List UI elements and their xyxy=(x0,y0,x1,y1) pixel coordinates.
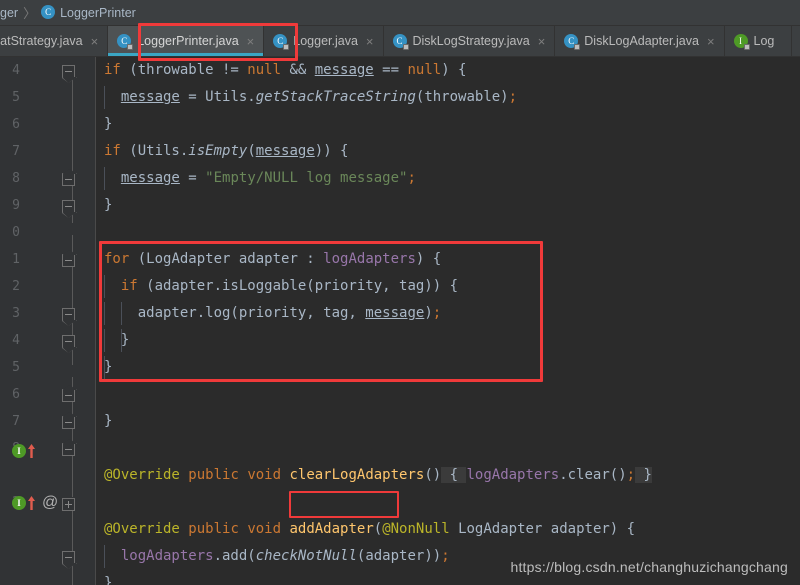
tab-label: Log xyxy=(753,34,775,48)
tab-close-icon[interactable]: × xyxy=(707,35,715,48)
breadcrumb-separator: 〉 xyxy=(23,6,37,21)
code-line[interactable]: message = "Empty/NULL log message"; xyxy=(96,165,800,192)
tab-disklogstrategy[interactable]: C DiskLogStrategy.java × xyxy=(384,26,556,56)
tab-label: FormatStrategy.java xyxy=(0,34,83,48)
line-number: 5 xyxy=(12,360,20,375)
editor-gutter[interactable]: 4 5 6 7 8 9 0 1 2 3 4 5 6 7 8 2 xyxy=(0,57,96,585)
code-line[interactable] xyxy=(96,381,800,408)
line-number: 6 xyxy=(12,387,20,402)
interface-impl-icon: I xyxy=(12,496,26,510)
code-line[interactable]: adapter.log(priority, tag, message); xyxy=(96,300,800,327)
line-number: 7 xyxy=(12,144,20,159)
fold-marker-expand[interactable] xyxy=(62,498,75,511)
code-line[interactable] xyxy=(96,219,800,246)
code-editor[interactable]: 4 5 6 7 8 9 0 1 2 3 4 5 6 7 8 2 xyxy=(0,57,800,585)
ide-window: ger 〉 C LoggerPrinter I FormatStrategy.j… xyxy=(0,0,800,585)
breadcrumb: ger 〉 C LoggerPrinter xyxy=(0,0,800,26)
code-folding-column[interactable] xyxy=(62,57,84,585)
tab-close-icon[interactable]: × xyxy=(91,35,99,48)
line-number: 5 xyxy=(12,90,20,105)
code-line[interactable]: message = Utils.getStackTraceString(thro… xyxy=(96,84,800,111)
line-number xyxy=(0,462,22,489)
tab-close-icon[interactable]: × xyxy=(538,35,546,48)
class-icon: C xyxy=(117,33,134,50)
tab-label: LoggerPrinter.java xyxy=(137,34,239,48)
fold-marker-collapse[interactable] xyxy=(62,200,75,213)
tab-close-icon[interactable]: × xyxy=(247,35,255,48)
fold-marker-collapse[interactable] xyxy=(62,335,75,348)
implements-marker-addadapter[interactable]: I @ xyxy=(12,494,58,512)
code-content[interactable]: if (throwable != null && message == null… xyxy=(96,57,800,585)
fold-marker-collapse[interactable] xyxy=(62,65,75,78)
tab-formatstrategy[interactable]: I FormatStrategy.java × xyxy=(0,26,109,56)
class-icon: C xyxy=(564,33,581,50)
code-line[interactable] xyxy=(96,435,800,462)
tab-logger[interactable]: C Logger.java × xyxy=(264,26,384,56)
interface-impl-icon: I xyxy=(12,444,26,458)
interface-icon: I xyxy=(733,33,750,50)
class-icon: C xyxy=(273,33,290,50)
tab-close-icon[interactable]: × xyxy=(366,35,374,48)
code-line[interactable]: } xyxy=(96,192,800,219)
code-line[interactable]: } xyxy=(96,408,800,435)
fold-marker-collapse[interactable] xyxy=(62,551,75,564)
code-line[interactable] xyxy=(96,489,800,516)
line-number: 2 xyxy=(12,279,20,294)
fold-marker-end[interactable] xyxy=(62,416,75,429)
line-number: 7 xyxy=(12,414,20,429)
tab-label: DiskLogAdapter.java xyxy=(584,34,699,48)
editor-tab-bar: I FormatStrategy.java × C LoggerPrinter.… xyxy=(0,26,800,57)
fold-marker-end[interactable] xyxy=(62,254,75,267)
line-number: 1 xyxy=(12,252,20,267)
watermark-url: https://blog.csdn.net/changhuzichangchan… xyxy=(510,559,788,575)
line-number: 9 xyxy=(12,198,20,213)
fold-marker-end[interactable] xyxy=(62,443,75,456)
line-number: 6 xyxy=(12,117,20,132)
breadcrumb-item-package[interactable]: ger xyxy=(0,6,18,20)
fold-marker-end[interactable] xyxy=(62,389,75,402)
code-line[interactable]: } xyxy=(96,111,800,138)
line-number: 8 xyxy=(12,171,20,186)
line-number: 4 xyxy=(12,63,20,78)
tab-log[interactable]: I Log xyxy=(725,26,793,56)
tab-loggerprinter[interactable]: C LoggerPrinter.java × xyxy=(108,26,265,56)
code-line[interactable]: for (LogAdapter adapter : logAdapters) { xyxy=(96,246,800,273)
code-line[interactable]: @Override public void addAdapter(@NonNul… xyxy=(96,516,800,543)
annotation-at-icon[interactable]: @ xyxy=(42,494,58,512)
tab-disklogadapter[interactable]: C DiskLogAdapter.java × xyxy=(555,26,725,56)
class-icon: C xyxy=(392,33,409,50)
line-number: 0 xyxy=(12,225,20,240)
overrides-arrow-icon xyxy=(28,496,35,510)
code-line[interactable]: } xyxy=(96,354,800,381)
tab-label: Logger.java xyxy=(293,34,358,48)
code-line[interactable]: @Override public void clearLogAdapters()… xyxy=(96,462,800,489)
class-icon: C xyxy=(41,4,56,19)
tab-label: DiskLogStrategy.java xyxy=(412,34,530,48)
code-line[interactable]: if (adapter.isLoggable(priority, tag)) { xyxy=(96,273,800,300)
code-line[interactable]: if (Utils.isEmpty(message)) { xyxy=(96,138,800,165)
implements-marker-clearlogadapters[interactable]: I xyxy=(12,444,35,460)
fold-marker-collapse[interactable] xyxy=(62,308,75,321)
code-line[interactable]: } xyxy=(96,327,800,354)
fold-marker-end[interactable] xyxy=(62,173,75,186)
line-number: 3 xyxy=(12,306,20,321)
code-line[interactable]: if (throwable != null && message == null… xyxy=(96,57,800,84)
line-number: 4 xyxy=(12,333,20,348)
breadcrumb-item-class[interactable]: LoggerPrinter xyxy=(60,6,136,20)
overrides-arrow-icon xyxy=(28,444,35,458)
